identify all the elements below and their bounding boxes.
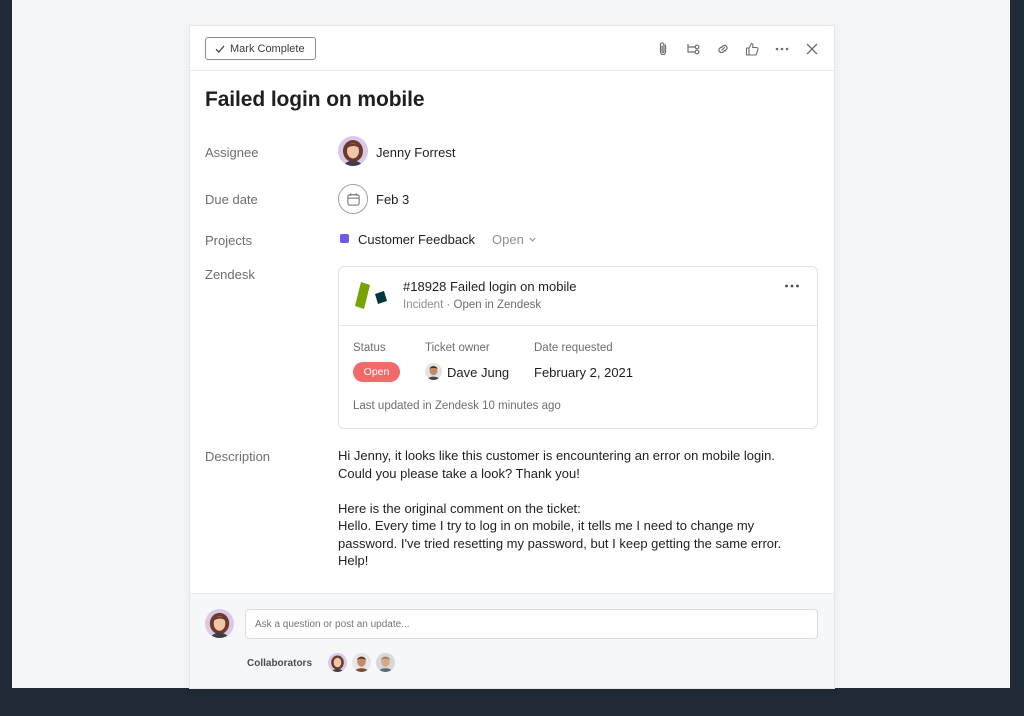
subtask-icon[interactable] (684, 40, 702, 58)
due-date-picker[interactable] (338, 184, 368, 214)
project-section-value: Open (492, 232, 524, 247)
last-updated-text: Last updated in Zendesk 10 minutes ago (353, 400, 561, 412)
description-line: password. I've tried resetting my passwo… (338, 535, 782, 551)
ticket-owner-avatar (425, 363, 442, 380)
collaborator-avatar[interactable] (352, 653, 371, 672)
chevron-down-icon (529, 237, 536, 242)
thumbs-up-icon[interactable] (743, 40, 761, 58)
description-line: Hello. Every time I try to log in on mob… (338, 518, 755, 533)
description-line: Here is the original comment on the tick… (338, 500, 581, 516)
project-name[interactable]: Customer Feedback (358, 232, 475, 247)
comment-footer: Collaborators (190, 593, 834, 688)
task-detail-panel: Mark Complete Failed login on mobile Ass… (190, 26, 834, 688)
due-date-value[interactable]: Feb 3 (376, 192, 409, 207)
description-text[interactable]: Hi Jenny, it looks like this customer is… (338, 447, 808, 570)
checkmark-icon (215, 45, 225, 53)
current-user-avatar (205, 609, 234, 638)
task-title[interactable]: Failed login on mobile (205, 88, 425, 112)
status-label: Status (353, 342, 386, 354)
comment-input[interactable] (245, 609, 818, 639)
mark-complete-label: Mark Complete (230, 42, 305, 55)
meta-separator: · (446, 299, 451, 311)
open-in-zendesk-link[interactable]: Open in Zendesk (454, 299, 542, 311)
zendesk-more-icon[interactable] (779, 279, 805, 293)
ticket-type: Incident (403, 299, 444, 311)
assignee-avatar[interactable] (338, 136, 368, 166)
project-color-swatch (340, 234, 349, 243)
date-requested-value: February 2, 2021 (534, 365, 634, 380)
ticket-owner-name: Dave Jung (447, 365, 510, 380)
assignee-label: Assignee (205, 145, 259, 160)
date-requested-label: Date requested (534, 342, 613, 354)
more-icon[interactable] (773, 40, 791, 58)
description-line: Help! (338, 553, 369, 568)
ticket-owner-label: Ticket owner (425, 342, 490, 354)
zendesk-ticket-card: #18928 Failed login on mobile Incident ·… (338, 266, 818, 429)
zendesk-label: Zendesk (205, 267, 255, 282)
projects-label: Projects (205, 233, 252, 248)
description-line: Could you please take a look? Thank you! (338, 465, 580, 481)
status-badge: Open (353, 362, 400, 382)
due-date-label: Due date (205, 192, 258, 207)
zendesk-ticket-header: #18928 Failed login on mobile Incident ·… (339, 267, 817, 326)
description-label: Description (205, 449, 271, 464)
assignee-name[interactable]: Jenny Forrest (376, 145, 455, 160)
description-line: Hi Jenny, it looks like this customer is… (338, 448, 775, 463)
calendar-icon (346, 192, 360, 206)
close-icon[interactable] (803, 40, 821, 58)
zendesk-ticket-meta: Incident · Open in Zendesk (403, 299, 541, 311)
zendesk-ticket-title[interactable]: #18928 Failed login on mobile (403, 279, 576, 294)
collaborators-label: Collaborators (247, 658, 313, 669)
project-section-dropdown[interactable]: Open (492, 232, 537, 247)
paperclip-icon[interactable] (654, 40, 672, 58)
collaborator-avatar[interactable] (328, 653, 347, 672)
collaborator-avatar[interactable] (376, 653, 395, 672)
link-icon[interactable] (714, 40, 732, 58)
task-toolbar: Mark Complete (190, 26, 834, 71)
zendesk-logo-icon (355, 282, 387, 309)
mark-complete-button[interactable]: Mark Complete (205, 37, 316, 60)
